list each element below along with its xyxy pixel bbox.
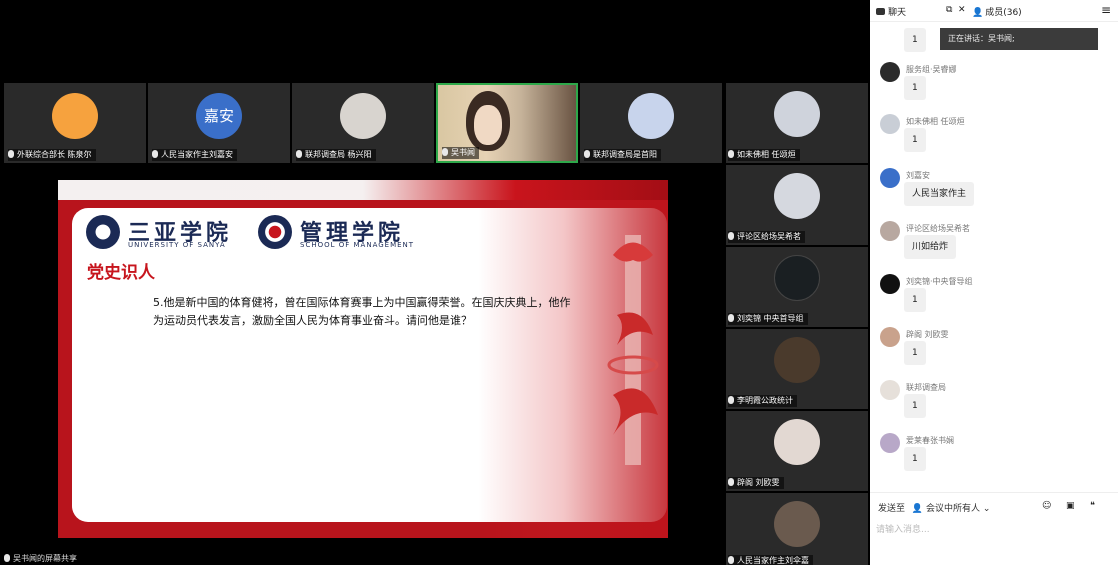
mic-icon (4, 554, 10, 562)
members-icon: 👤 (972, 8, 984, 18)
shared-screen: 三亚学院 UNIVERSITY OF SANYA 管理学院 SCHOOL OF … (58, 180, 668, 538)
avatar (774, 173, 820, 219)
tab-members[interactable]: 👤 成员(36) (972, 5, 1022, 18)
avatar (880, 114, 900, 134)
emoji-icon[interactable]: ☺ (1042, 501, 1053, 512)
chat-header: 聊天 ⧉ ✕ 👤 成员(36) ≡ (870, 0, 1118, 22)
avatar (774, 91, 820, 137)
folder-icon[interactable]: ▣ (1066, 501, 1077, 512)
mic-icon (728, 556, 734, 564)
participant-tile-active[interactable]: 吴书闻 (436, 83, 578, 163)
mic-icon (728, 396, 734, 404)
chat-input[interactable] (876, 521, 1112, 539)
mic-icon (728, 150, 734, 158)
participant-tile[interactable]: 外联综合部长 陈泉尔 (4, 83, 146, 163)
avatar (880, 327, 900, 347)
slide-question: 5.他是新中国的体育健将，曾在国际体育赛事上为中国赢得荣誉。在国庆庆典上，他作为… (153, 296, 571, 327)
participant-tile[interactable]: 联邦调查局 杨兴阳 (292, 83, 434, 163)
participant-tile[interactable]: 刘奕锦 中央首导组 (726, 247, 868, 327)
participant-name: 评论区给场吴希茗 (737, 232, 801, 241)
avatar (880, 62, 900, 82)
participant-name: 李明霞公政统计 (737, 396, 793, 405)
send-to-selector[interactable]: 发送至 👤 会议中所有人 ⌄ (878, 501, 990, 514)
meeting-stage: 外联综合部长 陈泉尔 嘉安 人民当家作主刘嘉安 联邦调查局 杨兴阳 吴书闻 联邦… (0, 0, 870, 565)
participant-tile[interactable]: 如未佛相 任颂烜 (726, 83, 868, 163)
tab-chat[interactable]: 聊天 (876, 5, 906, 18)
mic-icon (584, 150, 590, 158)
participant-name: 人民当家作主刘嘉安 (161, 150, 233, 159)
avatar (774, 501, 820, 547)
avatar (880, 221, 900, 241)
avatar (52, 93, 98, 139)
popout-icon[interactable]: ⧉ (946, 5, 952, 15)
participant-name: 外联综合部长 陈泉尔 (17, 150, 92, 159)
chat-messages: 1 正在讲话：吴书闻; 服务组·吴睿娜 1 如未佛相 任颂烜 1 刘嘉安 人民当… (870, 22, 1118, 492)
participant-tile[interactable]: 李明霞公政统计 (726, 329, 868, 409)
mic-icon (152, 150, 158, 158)
avatar (628, 93, 674, 139)
chat-panel: 聊天 ⧉ ✕ 👤 成员(36) ≡ 1 正在讲话：吴书闻; 服务组·吴睿娜 1 如… (870, 0, 1118, 565)
mic-icon (728, 314, 734, 322)
speaking-notice: 正在讲话：吴书闻; (940, 28, 1098, 50)
menu-icon[interactable]: ≡ (1101, 3, 1111, 17)
participant-name: 联邦调查局是首阳 (593, 150, 657, 159)
participant-tile[interactable]: 人民当家作主刘伞嘉 (726, 493, 868, 565)
participant-name: 辟阁 刘欧雯 (737, 478, 780, 487)
slide-title: 党史识人 (87, 263, 155, 283)
avatar (774, 337, 820, 383)
participant-tile[interactable]: 辟阁 刘欧雯 (726, 411, 868, 491)
avatar (880, 380, 900, 400)
participant-name: 联邦调查局 杨兴阳 (305, 150, 372, 159)
avatar (880, 433, 900, 453)
mic-icon (296, 150, 302, 158)
feedback-icon[interactable]: ❝ (1090, 501, 1101, 512)
avatar (774, 255, 820, 301)
chat-composer: 发送至 👤 会议中所有人 ⌄ ☺ ▣ ❝ (870, 492, 1118, 565)
participant-name: 人民当家作主刘伞嘉 (737, 556, 809, 565)
huabiao-pillar-graphic (607, 235, 659, 465)
mic-icon (728, 232, 734, 240)
participant-name: 如未佛相 任颂烜 (737, 150, 796, 159)
participant-tile[interactable]: 评论区给场吴希茗 (726, 165, 868, 245)
screen-share-label: 吴书闻的屏幕共享 (4, 553, 77, 564)
chevron-down-icon: ⌄ (982, 504, 991, 514)
participant-tile[interactable]: 联邦调查局是首阳 (580, 83, 722, 163)
avatar (880, 168, 900, 188)
avatar (340, 93, 386, 139)
avatar: 嘉安 (196, 93, 242, 139)
participant-name: 刘奕锦 中央首导组 (737, 314, 804, 323)
university-emblem-icon (86, 215, 120, 249)
avatar (774, 419, 820, 465)
close-icon[interactable]: ✕ (958, 5, 966, 15)
school-emblem-icon (258, 215, 292, 249)
avatar (880, 274, 900, 294)
participant-tile[interactable]: 嘉安 人民当家作主刘嘉安 (148, 83, 290, 163)
participant-name: 吴书闻 (451, 148, 475, 157)
mic-icon (728, 478, 734, 486)
members-icon: 👤 (911, 504, 924, 514)
mic-icon (8, 150, 14, 158)
chat-bubble-icon (876, 8, 885, 15)
mic-icon (442, 148, 448, 156)
